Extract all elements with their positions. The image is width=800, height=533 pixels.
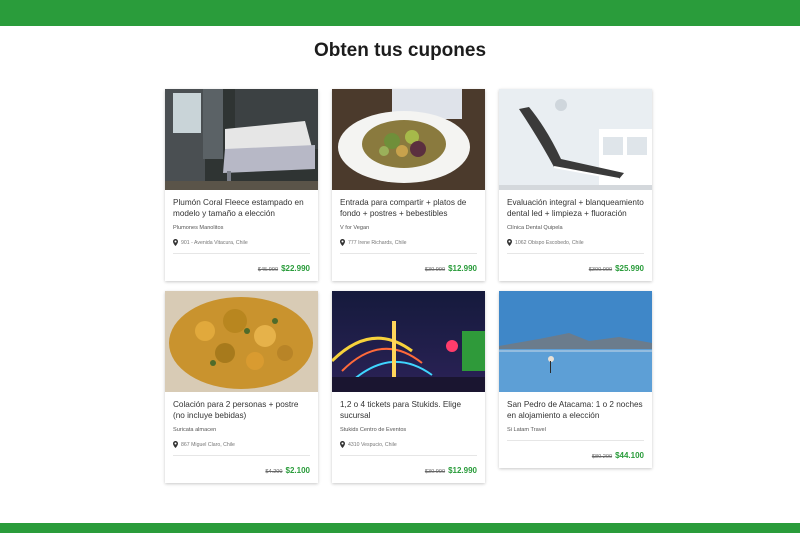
coupon-vendor: Stukids Centro de Eventos [340, 427, 407, 434]
coupon-image-atacama-lagoon[interactable] [499, 291, 652, 393]
coupon-title[interactable]: San Pedro de Atacama: 1 o 2 noches en al… [507, 400, 644, 421]
discount-price: $25.990 [615, 264, 644, 274]
coupon-title[interactable]: Plumón Coral Fleece estampado en modelo … [173, 198, 310, 219]
coupon-card[interactable]: Entrada para compartir + platos de fondo… [332, 89, 485, 282]
price-row: $300.000 $25.990 [507, 264, 644, 273]
divider [507, 253, 644, 255]
coupon-image-amusement-park[interactable] [332, 291, 485, 393]
coupon-location: 1062 Obispo Escobedo, Chile [507, 239, 644, 247]
coupon-card[interactable]: Plumón Coral Fleece estampado en modelo … [165, 89, 318, 282]
original-price: $30.990 [424, 469, 446, 476]
coupon-vendor: Plumones Manolitos [173, 225, 224, 232]
divider [173, 253, 310, 255]
discount-price: $22.990 [281, 264, 310, 274]
coupon-location: 901 - Avenida Vitacura, Chile [173, 239, 310, 247]
original-price: $4.200 [265, 469, 283, 476]
coupon-vendor: Suricata almacen [173, 427, 217, 434]
coupon-location: 4310 Vespucio, Chile [340, 441, 477, 449]
divider [340, 253, 477, 255]
coupon-image-salad-plate[interactable] [332, 89, 485, 190]
bottom-footer-bar [0, 523, 800, 533]
discount-price: $12.990 [448, 466, 477, 476]
page-title: Obten tus cupones [313, 40, 487, 61]
coupon-vendor: V for Vegan [340, 225, 370, 232]
discount-price: $2.100 [285, 466, 310, 476]
divider [173, 455, 310, 457]
location-pin-icon [507, 239, 512, 247]
coupon-location-text: 4310 Vespucio, Chile [348, 441, 397, 448]
coupon-image-stew[interactable] [165, 291, 318, 393]
price-row: $80.200 $44.100 [507, 451, 644, 460]
coupon-location: 867 Miguel Claro, Chile [173, 441, 310, 449]
divider [507, 440, 644, 442]
coupon-location: 777 Irene Richards, Chile [340, 239, 477, 247]
coupon-location-text: 867 Miguel Claro, Chile [181, 441, 235, 448]
price-row: $4.200 $2.100 [173, 466, 310, 475]
coupon-card[interactable]: 1,2 o 4 tickets para Stukids. Elige sucu… [332, 291, 485, 484]
coupon-title[interactable]: 1,2 o 4 tickets para Stukids. Elige sucu… [340, 400, 477, 421]
coupon-title[interactable]: Entrada para compartir + platos de fondo… [340, 198, 477, 219]
coupon-grid: Plumón Coral Fleece estampado en modelo … [165, 89, 652, 484]
divider [340, 455, 477, 457]
location-pin-icon [340, 239, 345, 247]
discount-price: $12.990 [448, 264, 477, 274]
location-pin-icon [173, 239, 178, 247]
price-row: $30.990 $12.990 [340, 264, 477, 273]
coupon-location-text: 1062 Obispo Escobedo, Chile [515, 239, 584, 246]
coupon-vendor: Si Latam Travel [507, 427, 546, 434]
original-price: $300.000 [588, 267, 613, 274]
coupon-vendor: Clínica Dental Quipela [507, 225, 563, 232]
coupon-card[interactable]: San Pedro de Atacama: 1 o 2 noches en al… [499, 291, 652, 469]
discount-price: $44.100 [615, 451, 644, 461]
coupon-location-text: 901 - Avenida Vitacura, Chile [181, 239, 248, 246]
location-pin-icon [340, 441, 345, 449]
coupon-title[interactable]: Colación para 2 personas + postre (no in… [173, 400, 310, 421]
original-price: $80.200 [591, 454, 613, 461]
original-price: $45.990 [257, 267, 279, 274]
price-row: $30.990 $12.990 [340, 466, 477, 475]
coupon-card[interactable]: Colación para 2 personas + postre (no in… [165, 291, 318, 484]
original-price: $30.990 [424, 267, 446, 274]
coupon-title[interactable]: Evaluación integral + blanqueamiento den… [507, 198, 644, 219]
top-header-bar [0, 0, 800, 26]
price-row: $45.990 $22.990 [173, 264, 310, 273]
coupon-location-text: 777 Irene Richards, Chile [348, 239, 407, 246]
coupon-card[interactable]: Evaluación integral + blanqueamiento den… [499, 89, 652, 282]
location-pin-icon [173, 441, 178, 449]
coupon-image-bedroom[interactable] [165, 89, 318, 190]
coupon-image-dental-chair[interactable] [499, 89, 652, 190]
